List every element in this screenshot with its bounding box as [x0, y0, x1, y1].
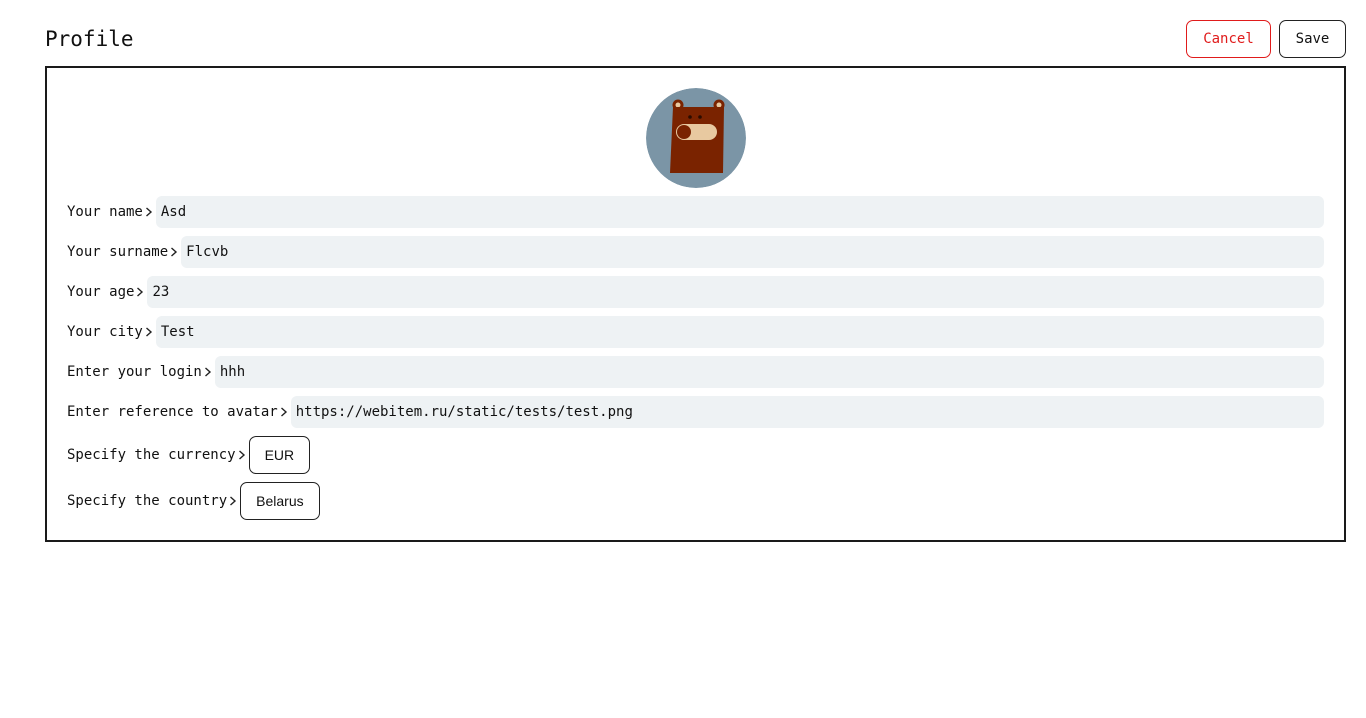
surname-row: Your surname [67, 236, 1324, 268]
bear-avatar-icon [646, 88, 746, 188]
cancel-button[interactable]: Cancel [1186, 20, 1271, 58]
city-row: Your city [67, 316, 1324, 348]
surname-label: Your surname [67, 244, 169, 260]
chevron-right-icon [204, 367, 211, 377]
chevron-right-icon [238, 450, 245, 460]
chevron-right-icon [171, 247, 178, 257]
age-row: Your age [67, 276, 1324, 308]
city-input[interactable] [155, 316, 1324, 348]
age-label: Your age [67, 284, 135, 300]
login-row: Enter your login [67, 356, 1324, 388]
avatar [646, 88, 746, 188]
name-label: Your name [67, 204, 143, 220]
chevron-right-icon [137, 287, 144, 297]
avatar-url-row: Enter reference to avatar [67, 396, 1324, 428]
country-row: Specify the country Belarus [67, 482, 320, 520]
login-label: Enter your login [67, 364, 202, 380]
chevron-right-icon [145, 207, 152, 217]
avatar-url-label: Enter reference to avatar [67, 404, 278, 420]
city-label: Your city [67, 324, 143, 340]
currency-select[interactable]: EUR [248, 436, 311, 474]
age-input[interactable] [147, 276, 1324, 308]
country-label: Specify the country [67, 493, 228, 509]
chevron-right-icon [280, 407, 287, 417]
chevron-right-icon [145, 327, 152, 337]
currency-row: Specify the currency EUR [67, 436, 311, 474]
page-title: Profile [45, 27, 134, 51]
surname-input[interactable] [181, 236, 1324, 268]
name-input[interactable] [155, 196, 1324, 228]
avatar-url-input[interactable] [290, 396, 1324, 428]
save-button[interactable]: Save [1279, 20, 1346, 58]
currency-label: Specify the currency [67, 447, 236, 463]
name-row: Your name [67, 196, 1324, 228]
country-select[interactable]: Belarus [240, 482, 320, 520]
login-input[interactable] [214, 356, 1324, 388]
chevron-right-icon [230, 496, 237, 506]
profile-card: Your name Your surname Your age Your cit… [45, 66, 1346, 542]
